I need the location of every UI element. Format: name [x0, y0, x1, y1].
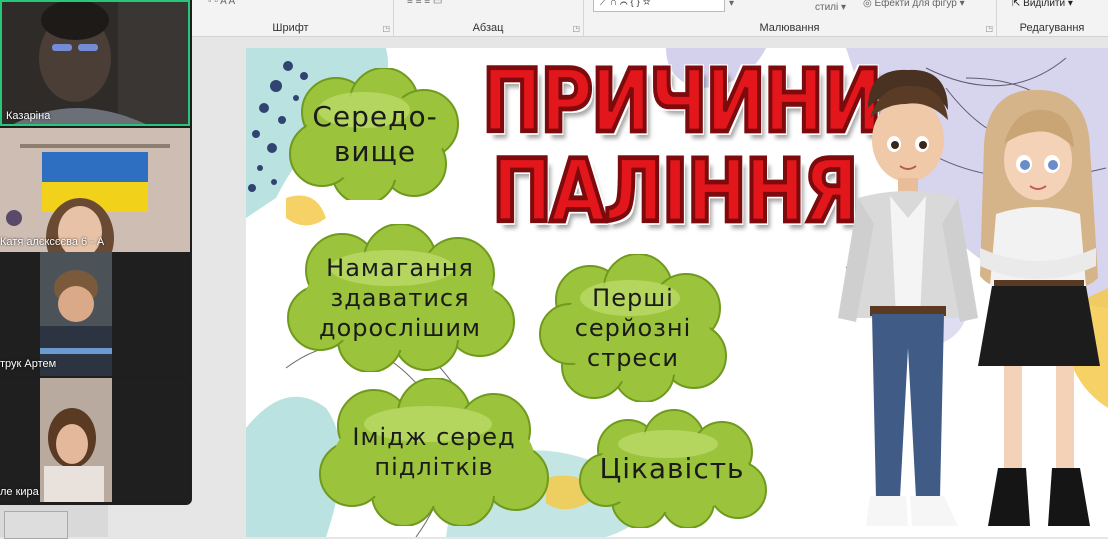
cloud-text-line: здаватися [330, 284, 470, 312]
participant-video [0, 128, 190, 252]
quick-styles-button[interactable]: стилі ▾ [815, 2, 846, 13]
slide-title-line-2: ПАЛІННЯ [490, 140, 861, 242]
slide-thumbnail[interactable] [4, 511, 68, 539]
cloud-text-line: Імідж серед [352, 423, 516, 451]
participant-video [0, 378, 190, 502]
quick-styles-label: стилі [815, 2, 839, 13]
teenagers-illustration [838, 69, 1100, 526]
reason-cloud-curiosity: Цікавість [574, 408, 770, 528]
cloud-text-line: дорослішим [318, 314, 482, 342]
cloud-text: Перші серйозні стреси [534, 254, 732, 402]
ribbon-group-paragraph-label: Абзац [472, 22, 504, 34]
active-speaker-border [0, 0, 190, 126]
boy-figure [838, 69, 978, 526]
shapes-icon: ⟋ ∩ ⌒ { } ☆ [600, 0, 651, 8]
shape-effects-button[interactable]: ◎ Ефекти для фігур ▾ [863, 0, 965, 9]
reason-cloud-environment: Середо- вище [284, 68, 466, 200]
reason-cloud-first-stress: Перші серйозні стреси [534, 254, 732, 402]
video-participants-panel: Казаріна Катя алєксєєва 6 - А трук Артем [0, 0, 192, 505]
shapes-gallery[interactable]: ⟋ ∩ ⌒ { } ☆ [593, 0, 725, 12]
cloud-text-line: стреси [587, 344, 679, 372]
paragraph-controls-icon[interactable]: ≡ ≡ ≡ ▭ [407, 0, 442, 7]
cloud-text-line: Намагання [326, 254, 474, 282]
slide-thumbnail-pane [0, 505, 108, 539]
participant-tile[interactable]: трук Артем [0, 252, 190, 376]
cloud-text: Імідж серед підлітків [312, 378, 556, 526]
reason-cloud-teen-image: Імідж серед підлітків [312, 378, 556, 526]
dialog-launcher-icon[interactable]: ◳ [382, 24, 390, 33]
participant-name: трук Артем [0, 358, 57, 370]
cloud-text-line: серйозні [574, 314, 692, 342]
cloud-text: Цікавість [574, 408, 770, 528]
dialog-launcher-icon[interactable]: ◳ [985, 24, 993, 33]
participant-tile[interactable]: ле кира [0, 378, 190, 502]
ribbon-group-drawing: ⟋ ∩ ⌒ { } ☆ ▾ стилі ▾ ◎ Ефекти для фігур… [583, 0, 997, 36]
ribbon-group-editing-label: Редагування [1019, 22, 1085, 34]
girl-figure [978, 89, 1100, 526]
select-button[interactable]: ⇱ Виділити ▾ [1012, 0, 1073, 9]
cloud-text-line: Перші [592, 284, 674, 312]
ribbon-group-font-label: Шрифт [272, 22, 309, 34]
cloud-text-line: Середо- [312, 100, 438, 133]
cloud-text: Середо- вище [284, 68, 466, 200]
shapes-dropdown-icon[interactable]: ▾ [729, 0, 734, 9]
participant-tile[interactable]: Казаріна [0, 0, 190, 126]
cloud-text-line: підлітків [374, 453, 494, 481]
select-label: Виділити [1023, 0, 1066, 9]
participant-name: ле кира [0, 486, 39, 498]
ribbon: ◦ ▫ A A Шрифт ◳ ≡ ≡ ≡ ▭ Абзац ◳ ⟋ ∩ ⌒ { … [188, 0, 1108, 37]
ribbon-group-editing: ⇱ Виділити ▾ Редагування [996, 0, 1108, 36]
ribbon-group-paragraph: ≡ ≡ ≡ ▭ Абзац ◳ [393, 0, 584, 36]
font-controls-icon[interactable]: ◦ ▫ A A [208, 0, 235, 7]
dialog-launcher-icon[interactable]: ◳ [572, 24, 580, 33]
presentation-slide[interactable]: ПРИЧИНИ ПАЛІННЯ Середо- вище Намагання з… [246, 48, 1108, 537]
participant-tile[interactable]: Катя алєксєєва 6 - А [0, 128, 190, 252]
ribbon-group-drawing-label: Малювання [759, 22, 820, 34]
participant-name: Катя алєксєєва 6 - А [0, 236, 105, 248]
participant-name: Казаріна [6, 110, 51, 122]
ribbon-group-font: ◦ ▫ A A Шрифт ◳ [188, 0, 394, 36]
shape-effects-label: Ефекти для фігур [874, 0, 957, 9]
cloud-text-line: Цікавість [599, 451, 745, 485]
reason-cloud-seem-older: Намагання здаватися дорослішим [282, 224, 518, 372]
cloud-text-line: вище [333, 135, 417, 168]
cloud-text: Намагання здаватися дорослішим [282, 224, 518, 372]
